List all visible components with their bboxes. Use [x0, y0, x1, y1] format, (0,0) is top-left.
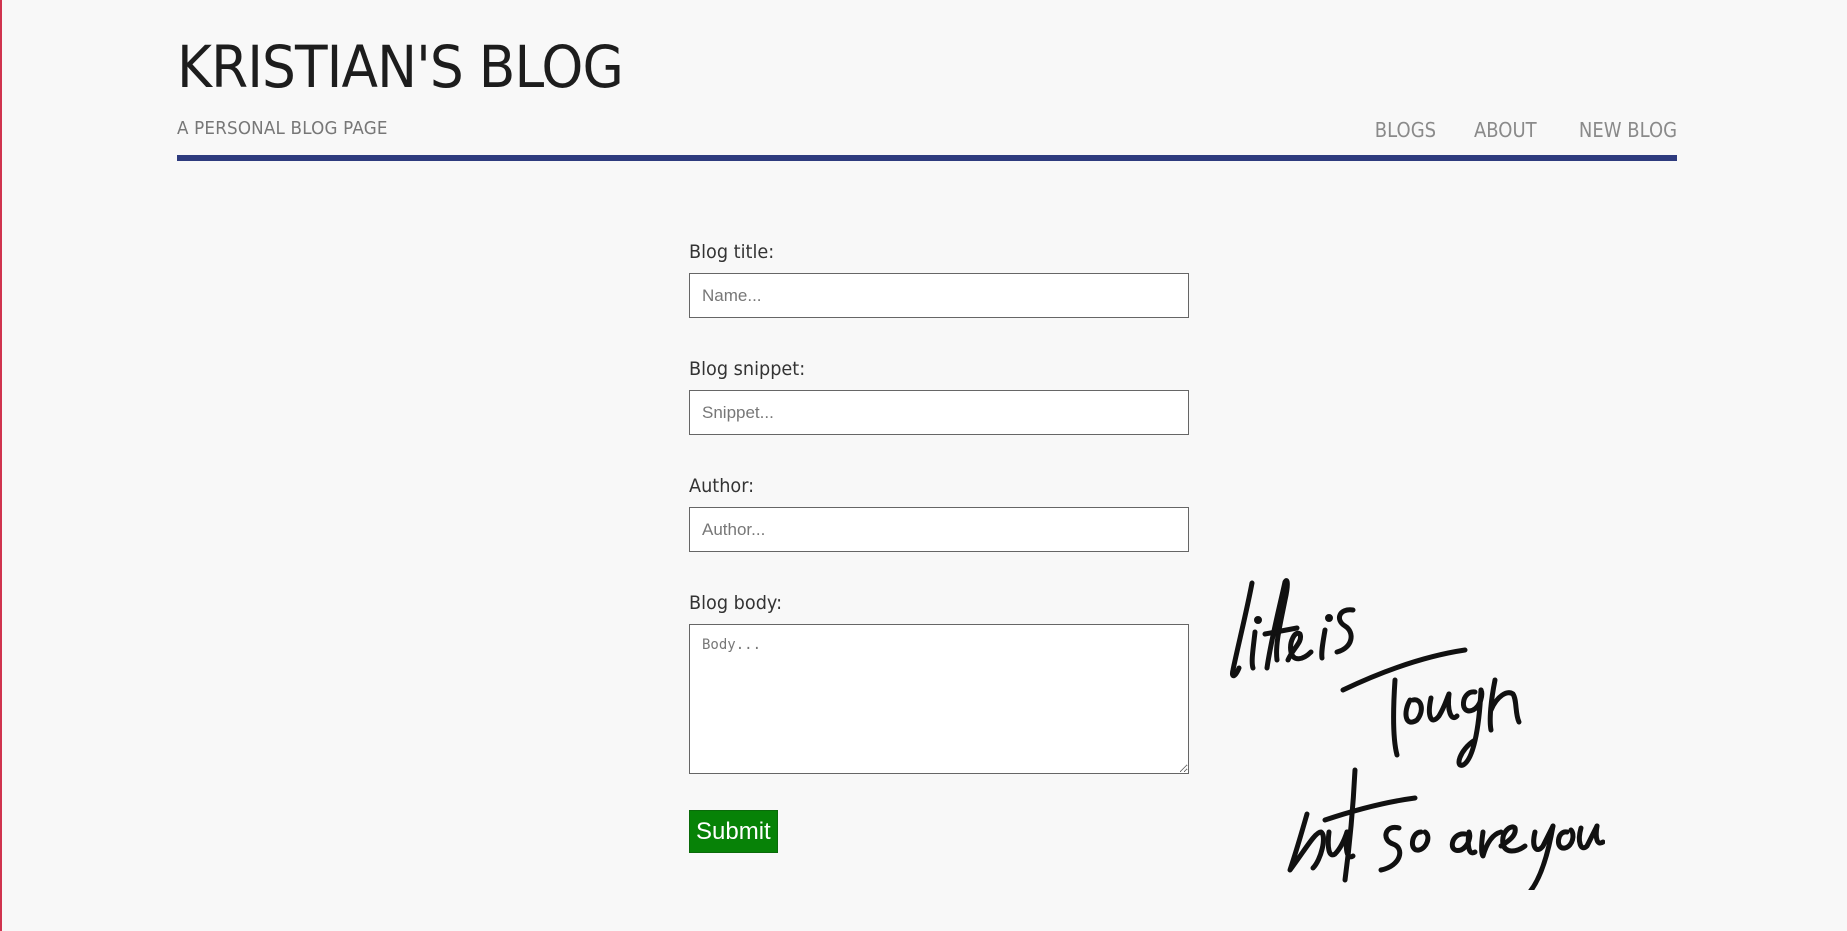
site-subtitle: A PERSONAL BLOG PAGE	[177, 118, 388, 139]
blog-title-input[interactable]	[689, 273, 1189, 318]
submit-button[interactable]: Submit	[689, 810, 778, 853]
nav-link-blogs[interactable]: BLOGS	[1375, 118, 1436, 142]
blog-body-label: Blog body:	[689, 592, 783, 614]
header-divider	[177, 155, 1677, 161]
handwritten-quote-image	[1230, 578, 1605, 890]
blog-snippet-label: Blog snippet:	[689, 358, 806, 380]
blog-snippet-input[interactable]	[689, 390, 1189, 435]
blog-body-textarea[interactable]	[689, 624, 1189, 774]
site-title: KRISTIAN'S BLOG	[177, 33, 624, 101]
main-nav: BLOGS ABOUT NEW BLOG	[1368, 118, 1677, 142]
site-header: KRISTIAN'S BLOG A PERSONAL BLOG PAGE BLO…	[177, 30, 1677, 142]
author-input[interactable]	[689, 507, 1189, 552]
blog-title-label: Blog title:	[689, 241, 775, 263]
new-blog-form: Blog title: Blog snippet: Author: Blog b…	[689, 239, 1189, 853]
author-label: Author:	[689, 475, 755, 497]
nav-link-about[interactable]: ABOUT	[1474, 118, 1537, 142]
nav-link-new-blog[interactable]: NEW BLOG	[1579, 118, 1677, 142]
